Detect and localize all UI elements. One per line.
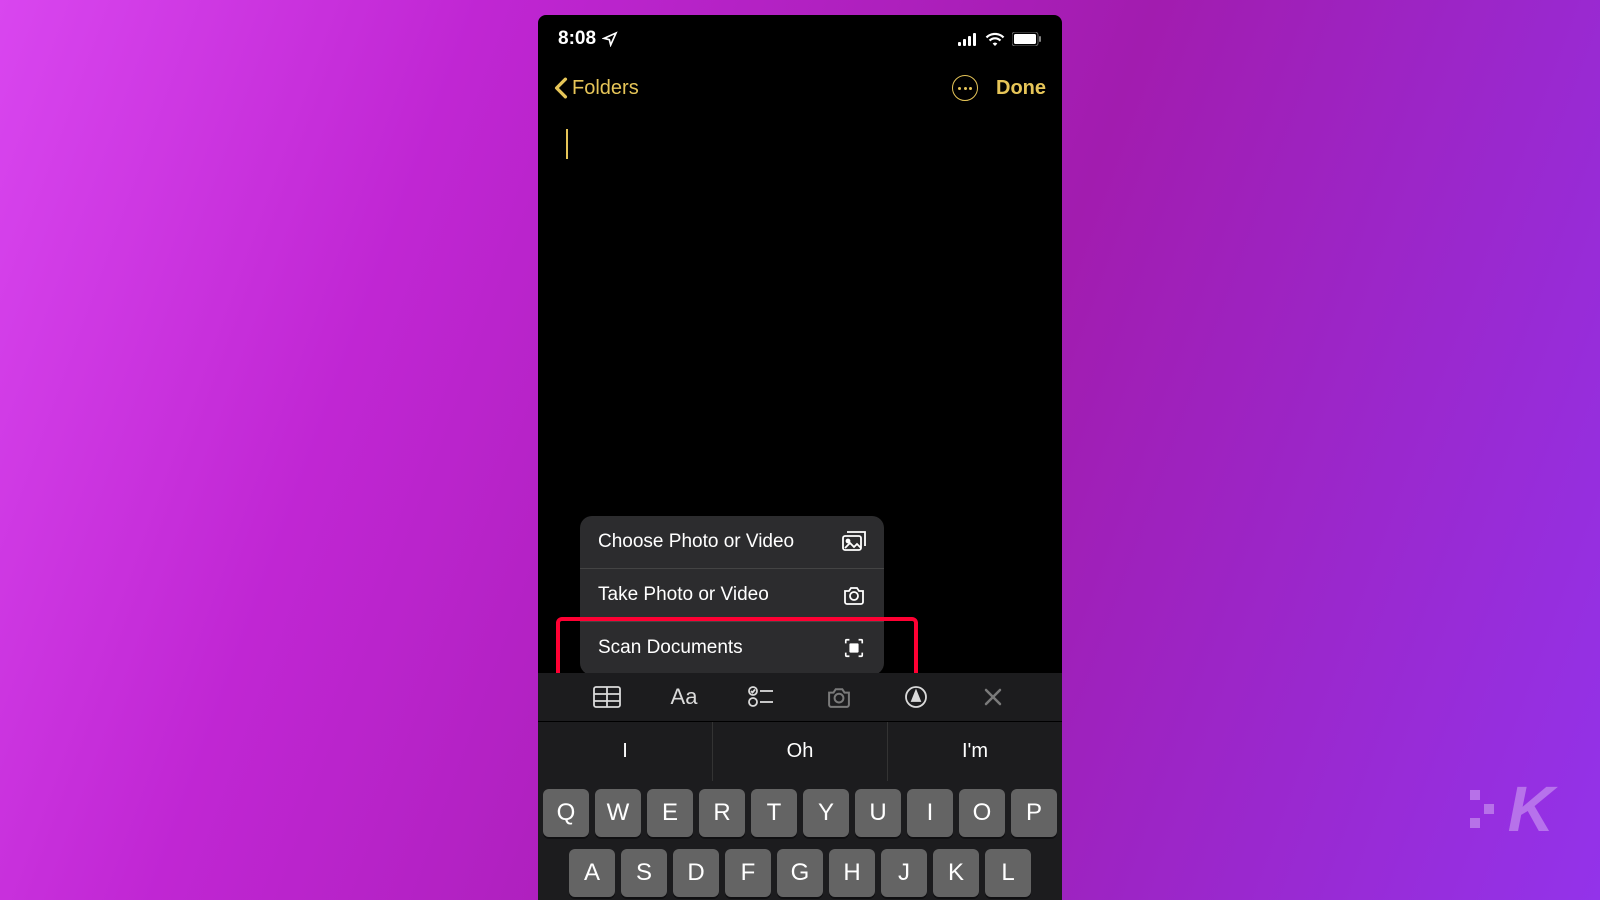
menu-label: Choose Photo or Video (598, 531, 794, 553)
key-y[interactable]: Y (803, 789, 849, 837)
checklist-icon (748, 686, 774, 708)
scan-icon (842, 637, 866, 659)
key-i[interactable]: I (907, 789, 953, 837)
suggestion-0[interactable]: I (538, 722, 713, 781)
done-button[interactable]: Done (996, 77, 1046, 100)
close-toolbar-button[interactable] (978, 682, 1008, 712)
menu-label: Take Photo or Video (598, 584, 769, 606)
markup-button[interactable] (901, 682, 931, 712)
key-f[interactable]: F (725, 849, 771, 897)
keyboard: Q W E R T Y U I O P A S D F G H J K L (538, 781, 1062, 900)
table-button[interactable] (592, 682, 622, 712)
key-t[interactable]: T (751, 789, 797, 837)
phone-frame: 8:08 Folders Done Choose Photo or Video (538, 15, 1062, 900)
wifi-icon (985, 32, 1005, 46)
status-time: 8:08 (558, 28, 596, 50)
key-u[interactable]: U (855, 789, 901, 837)
keyboard-row-1: Q W E R T Y U I O P (542, 789, 1058, 837)
key-d[interactable]: D (673, 849, 719, 897)
battery-icon (1012, 32, 1042, 46)
key-r[interactable]: R (699, 789, 745, 837)
location-icon (602, 31, 618, 47)
menu-scan-documents[interactable]: Scan Documents (580, 622, 884, 675)
more-button[interactable] (952, 75, 978, 101)
markup-icon (904, 685, 928, 709)
keyboard-row-2: A S D F G H J K L (542, 849, 1058, 897)
text-cursor (566, 129, 568, 159)
key-e[interactable]: E (647, 789, 693, 837)
menu-label: Scan Documents (598, 637, 743, 659)
key-h[interactable]: H (829, 849, 875, 897)
ellipsis-icon (958, 87, 972, 90)
key-q[interactable]: Q (543, 789, 589, 837)
note-body[interactable] (538, 113, 1062, 175)
camera-icon (842, 584, 866, 606)
suggestion-2[interactable]: I'm (888, 722, 1062, 781)
key-o[interactable]: O (959, 789, 1005, 837)
key-j[interactable]: J (881, 849, 927, 897)
key-s[interactable]: S (621, 849, 667, 897)
camera-icon (825, 686, 853, 708)
key-k[interactable]: K (933, 849, 979, 897)
photo-library-icon (842, 531, 866, 553)
status-bar: 8:08 (538, 15, 1062, 63)
key-g[interactable]: G (777, 849, 823, 897)
table-icon (593, 686, 621, 708)
checklist-button[interactable] (746, 682, 776, 712)
back-button[interactable]: Folders (554, 77, 639, 100)
close-icon (983, 687, 1003, 707)
key-p[interactable]: P (1011, 789, 1057, 837)
key-a[interactable]: A (569, 849, 615, 897)
notes-toolbar: Aa (538, 673, 1062, 721)
camera-button[interactable] (824, 682, 854, 712)
back-label: Folders (572, 77, 639, 100)
menu-take-photo[interactable]: Take Photo or Video (580, 569, 884, 622)
key-l[interactable]: L (985, 849, 1031, 897)
quicktype-bar: I Oh I'm (538, 721, 1062, 781)
text-format-button[interactable]: Aa (669, 682, 699, 712)
camera-menu-popup: Choose Photo or Video Take Photo or Vide… (580, 516, 884, 675)
signal-icon (958, 32, 978, 46)
menu-choose-photo[interactable]: Choose Photo or Video (580, 516, 884, 569)
watermark-logo: K (1508, 772, 1552, 846)
chevron-left-icon (554, 77, 568, 99)
key-w[interactable]: W (595, 789, 641, 837)
suggestion-1[interactable]: Oh (713, 722, 888, 781)
nav-bar: Folders Done (538, 63, 1062, 113)
